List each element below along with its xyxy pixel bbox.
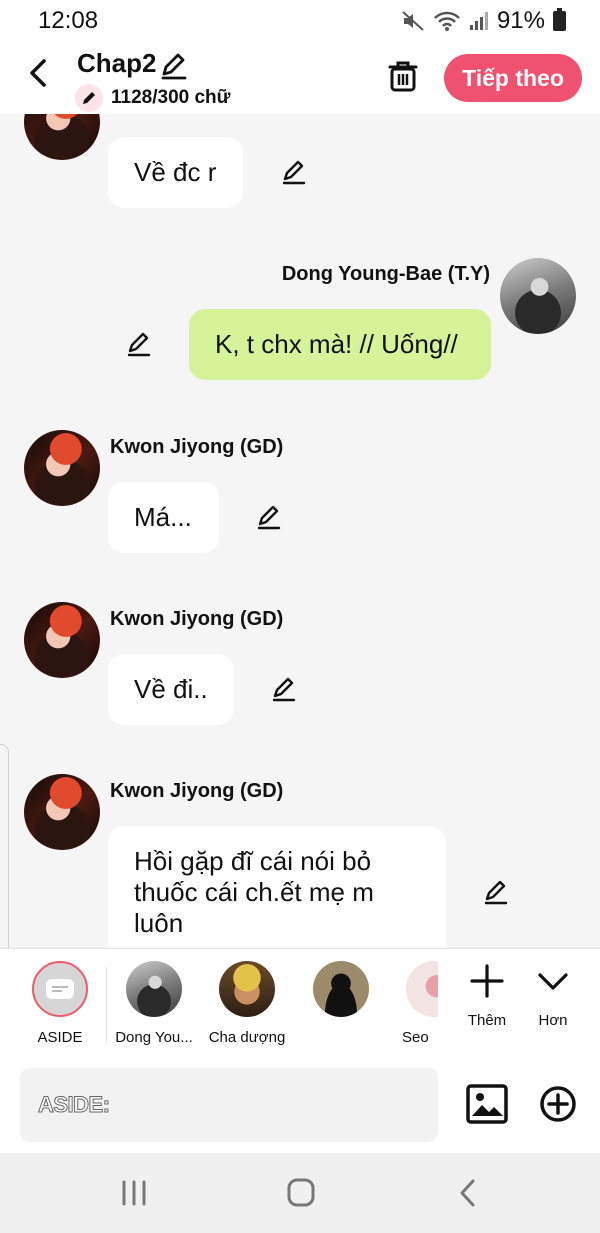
edit-pencil-icon[interactable] xyxy=(280,158,308,186)
word-count: 1128/300 chữ xyxy=(75,84,230,112)
side-panel-handle[interactable] xyxy=(0,744,9,972)
character-bar: ASIDE Dong You... Cha dượng Seo Thêm Hơn xyxy=(0,948,600,1058)
editor-header: Chap2 1128/300 chữ Tiếp theo xyxy=(0,40,600,114)
chapter-title: Chap2 xyxy=(77,48,157,78)
pencil-icon xyxy=(75,84,103,112)
message-bubble[interactable]: Về đi.. xyxy=(108,654,234,725)
avatar[interactable] xyxy=(24,774,100,850)
edit-pencil-icon[interactable] xyxy=(125,330,153,358)
edit-pencil-icon[interactable] xyxy=(482,878,510,906)
character-label: ASIDE xyxy=(37,1029,83,1046)
message-bubble[interactable]: Về đc r xyxy=(108,137,243,208)
wifi-icon xyxy=(434,11,460,31)
aside-avatar xyxy=(32,961,88,1017)
edit-pencil-icon[interactable] xyxy=(270,675,298,703)
input-bar xyxy=(0,1058,600,1153)
character-seo[interactable]: Seo xyxy=(392,961,438,1046)
system-back-icon[interactable] xyxy=(452,1177,486,1209)
sender-name: Kwon Jiyong (GD) xyxy=(110,780,284,802)
status-bar: 12:08 91% xyxy=(0,0,600,40)
status-time: 12:08 xyxy=(38,7,99,34)
chat-area[interactable]: Về đc r Dong Young-Bae (T.Y) K, t chx mà… xyxy=(0,114,600,948)
character-label: Dong You... xyxy=(115,1029,193,1046)
message-input[interactable] xyxy=(20,1068,438,1142)
back-arrow-icon[interactable] xyxy=(22,56,56,90)
character-label: Seo xyxy=(402,1029,429,1046)
message-line: luôn xyxy=(134,908,184,938)
avatar xyxy=(219,961,275,1017)
next-button[interactable]: Tiếp theo xyxy=(444,54,582,102)
image-icon[interactable] xyxy=(466,1084,508,1124)
sender-name: Kwon Jiyong (GD) xyxy=(110,608,284,630)
sender-name: Kwon Jiyong (GD) xyxy=(110,436,284,458)
avatar xyxy=(313,961,369,1017)
avatar[interactable] xyxy=(24,114,100,160)
word-count-text: 1128/300 chữ xyxy=(111,87,231,108)
more-button[interactable]: Hơn xyxy=(523,963,583,1029)
character-cha-duong[interactable]: Cha dượng xyxy=(202,961,292,1046)
message-bubble[interactable]: Má... xyxy=(108,482,219,553)
add-label: Thêm xyxy=(467,1012,507,1029)
avatar[interactable] xyxy=(500,258,576,334)
message-line: Hồi gặp đĩ cái nói bỏ xyxy=(134,846,372,876)
more-label: Hơn xyxy=(538,1012,568,1029)
avatar[interactable] xyxy=(24,602,100,678)
avatar xyxy=(406,961,438,1017)
trash-icon[interactable] xyxy=(386,58,420,94)
recent-apps-icon[interactable] xyxy=(117,1177,151,1209)
mute-icon xyxy=(402,11,424,31)
character-dong[interactable]: Dong You... xyxy=(109,961,199,1046)
character-label: Cha dượng xyxy=(208,1029,286,1046)
plus-icon xyxy=(470,964,504,998)
character-unnamed[interactable] xyxy=(296,961,386,1029)
character-aside[interactable]: ASIDE xyxy=(15,961,105,1046)
chevron-down-icon xyxy=(538,973,568,990)
avatar[interactable] xyxy=(24,430,100,506)
add-character-button[interactable]: Thêm xyxy=(457,963,517,1029)
message-line: thuốc cái ch.ết mẹ m xyxy=(134,877,374,907)
sender-name: Dong Young-Bae (T.Y) xyxy=(281,263,490,285)
message-bubble[interactable]: Hồi gặp đĩ cái nói bỏ thuốc cái ch.ết mẹ… xyxy=(108,826,446,948)
battery-icon xyxy=(553,8,566,31)
signal-icon xyxy=(469,12,488,30)
edit-title-pencil-icon[interactable] xyxy=(158,50,190,82)
battery-percent: 91% xyxy=(496,7,545,34)
edit-pencil-icon[interactable] xyxy=(255,503,283,531)
add-circle-icon[interactable] xyxy=(539,1085,577,1123)
divider xyxy=(106,967,107,1043)
avatar xyxy=(126,961,182,1017)
home-icon[interactable] xyxy=(284,1177,318,1209)
aside-icon xyxy=(46,979,74,999)
system-nav-bar xyxy=(0,1153,600,1233)
message-bubble[interactable]: K, t chx mà! // Uống// xyxy=(189,309,491,380)
